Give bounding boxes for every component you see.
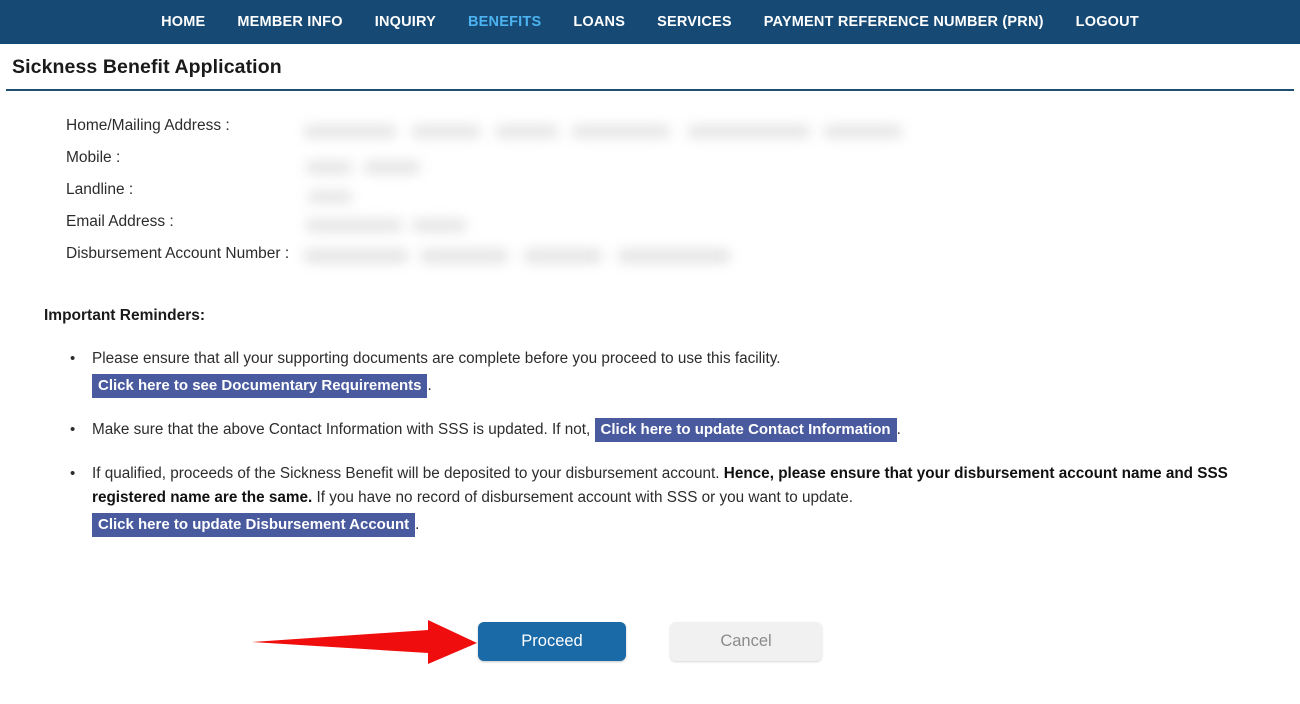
info-label-home-address: Home/Mailing Address : [66,117,230,134]
info-label-disbursement-account-number: Disbursement Account Number : [66,245,290,262]
nav-item-member-info[interactable]: MEMBER INFO [221,0,358,44]
reminder-item-contact-info: Make sure that the above Contact Informa… [70,418,1282,442]
info-row-landline: Landline : [66,181,1300,213]
reminder-text-documents: Please ensure that all your supporting d… [92,350,781,367]
update-disbursement-account-link[interactable]: Click here to update Disbursement Accoun… [92,513,416,537]
info-row-email-address: Email Address : [66,213,1300,245]
page-title: Sickness Benefit Application [12,56,282,78]
reminders-list: Please ensure that all your supporting d… [0,347,1300,537]
reminders-heading: Important Reminders: [44,307,206,324]
nav-item-services[interactable]: SERVICES [641,0,748,44]
proceed-button[interactable]: Proceed [478,622,626,661]
reminder-text-disbursement-tail: If you have no record of disbursement ac… [316,489,854,506]
reminder-item-disbursement: If qualified, proceeds of the Sickness B… [70,462,1282,537]
reminder-link-row-documents: Click here to see Documentary Requiremen… [92,374,1282,398]
reminder-text-contact-info: Make sure that the above Contact Informa… [92,421,591,438]
cancel-button[interactable]: Cancel [670,622,822,661]
nav-list: HOME MEMBER INFO INQUIRY BENEFITS LOANS … [145,0,1155,44]
page-header: Sickness Benefit Application [0,44,1300,79]
info-row-mobile: Mobile : [66,149,1300,181]
info-row-home-address: Home/Mailing Address : [66,117,1300,149]
nav-item-logout[interactable]: LOGOUT [1060,0,1155,44]
info-label-landline: Landline : [66,181,134,198]
info-row-disbursement-account-number: Disbursement Account Number : [66,245,1300,277]
nav-item-benefits[interactable]: BENEFITS [452,0,557,44]
reminder-item-documents: Please ensure that all your supporting d… [70,347,1282,398]
reminder-period-disbursement: . [415,516,420,533]
reminder-text-disbursement-lead: If qualified, proceeds of the Sickness B… [92,465,720,482]
title-divider [6,89,1294,91]
update-contact-information-link[interactable]: Click here to update Contact Information [594,418,897,442]
nav-item-loans[interactable]: LOANS [557,0,641,44]
nav-item-home[interactable]: HOME [145,0,221,44]
nav-item-payment-reference-number[interactable]: PAYMENT REFERENCE NUMBER (PRN) [748,0,1060,44]
main-navigation: HOME MEMBER INFO INQUIRY BENEFITS LOANS … [0,0,1300,44]
reminder-period-documents: . [427,377,432,394]
contact-info-block: Home/Mailing Address : Mobile : Landline… [0,117,1300,277]
reminder-link-row-disbursement: Click here to update Disbursement Accoun… [92,513,1282,537]
info-label-mobile: Mobile : [66,149,121,166]
info-label-email-address: Email Address : [66,213,174,230]
documentary-requirements-link[interactable]: Click here to see Documentary Requiremen… [92,374,428,398]
nav-item-inquiry[interactable]: INQUIRY [359,0,452,44]
reminder-period-contact-info: . [896,421,901,438]
action-button-row: Proceed Cancel [0,622,1300,661]
